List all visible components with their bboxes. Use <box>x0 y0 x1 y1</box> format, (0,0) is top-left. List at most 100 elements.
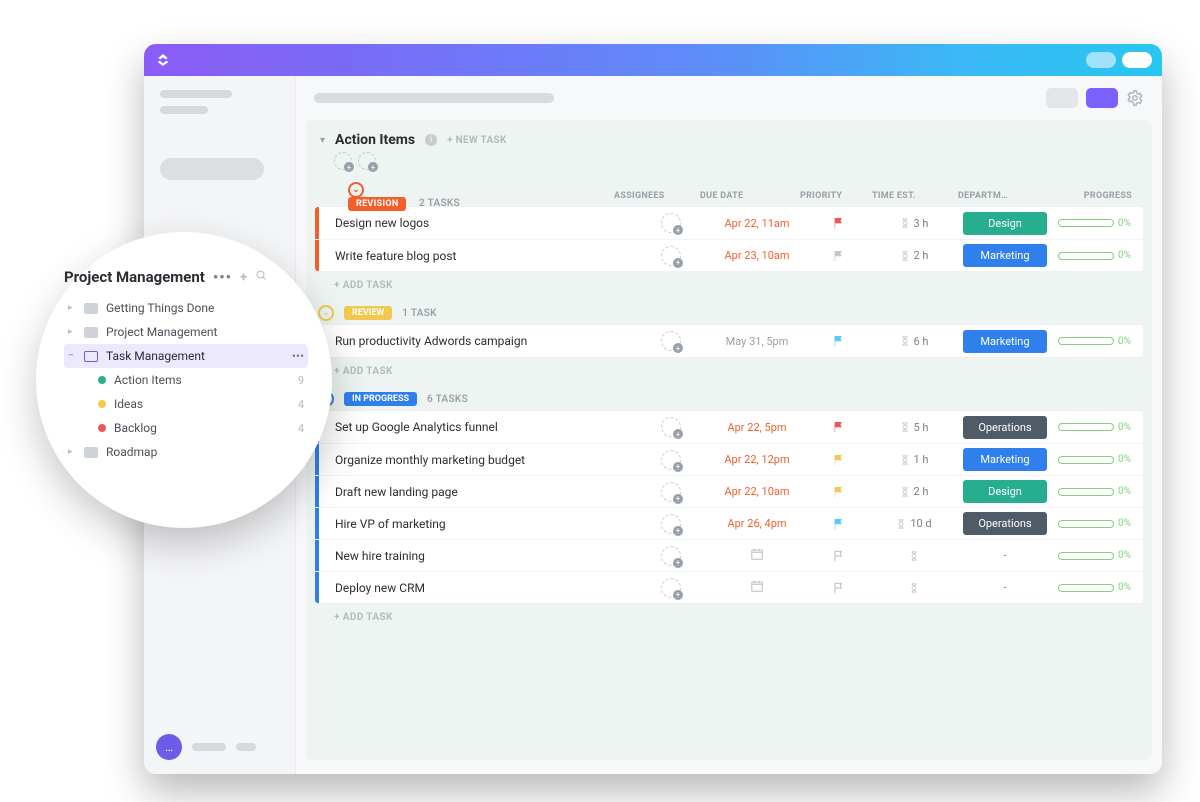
priority-flag-icon[interactable] <box>807 517 871 531</box>
sidebar-item-roadmap[interactable]: ▸Roadmap <box>64 440 308 464</box>
view-toggle-b[interactable] <box>1086 88 1118 108</box>
department-tag[interactable]: Design <box>957 480 1053 503</box>
time-estimate[interactable]: 3 h <box>871 217 957 230</box>
switch-b[interactable] <box>1122 52 1152 68</box>
section-status-pill[interactable]: REVISION <box>348 197 406 211</box>
section-status-pill[interactable]: REVIEW <box>344 306 392 320</box>
task-title: Set up Google Analytics funnel <box>325 420 635 434</box>
col-dept[interactable]: DEPARTM… <box>958 191 1054 201</box>
time-estimate[interactable]: 2 h <box>871 485 957 498</box>
rail-search-pill[interactable] <box>160 158 264 180</box>
sidebar-item-backlog[interactable]: Backlog4 <box>94 416 308 440</box>
time-estimate[interactable]: 5 h <box>871 421 957 434</box>
task-row[interactable]: Hire VP of marketing + Apr 26, 4pm 10 dOper… <box>315 507 1143 539</box>
department-tag[interactable]: - <box>957 544 1053 567</box>
time-estimate[interactable]: 2 h <box>871 249 957 262</box>
breadcrumb-placeholder <box>314 93 554 103</box>
task-row[interactable]: Organize monthly marketing budget+Apr 22… <box>315 443 1143 475</box>
priority-flag-icon[interactable] <box>807 420 871 434</box>
col-assignees[interactable]: ASSIGNEES <box>614 191 700 201</box>
titlebar-switches <box>1086 52 1152 68</box>
task-title: Hire VP of marketing <box>325 517 635 531</box>
add-task-button[interactable]: + ADD TASK <box>314 604 1144 630</box>
priority-flag-icon[interactable] <box>807 216 871 230</box>
section-collapse-icon[interactable]: ⌄ <box>318 305 334 321</box>
col-progress[interactable]: PROGRESS <box>1054 191 1144 201</box>
due-date[interactable]: Apr 22, 11am <box>707 217 807 230</box>
department-tag[interactable]: Operations <box>957 512 1053 535</box>
department-tag[interactable]: Operations <box>957 416 1053 439</box>
department-tag[interactable]: Marketing <box>957 330 1053 353</box>
more-icon[interactable]: ••• <box>292 349 304 363</box>
progress: 0% <box>1053 518 1143 529</box>
due-date[interactable] <box>707 547 807 564</box>
time-estimate[interactable]: 1 h <box>871 453 957 466</box>
assignee-add-icon[interactable]: + <box>661 482 681 502</box>
time-estimate[interactable]: 10 d <box>871 517 957 530</box>
view-toggle-a[interactable] <box>1046 88 1078 108</box>
status-stripe <box>315 540 319 571</box>
gear-icon[interactable] <box>1126 89 1144 107</box>
due-date[interactable] <box>707 579 807 596</box>
task-row[interactable]: Write feature blog post+Apr 23, 10am2 hM… <box>315 239 1143 271</box>
assignee-add-icon[interactable]: + <box>661 546 681 566</box>
plus-icon[interactable]: + <box>240 270 247 285</box>
priority-flag-icon[interactable] <box>807 549 871 563</box>
more-icon[interactable]: ••• <box>213 268 232 286</box>
task-row[interactable]: Design new logos+Apr 22, 11am3 hDesign0% <box>315 207 1143 239</box>
due-date[interactable]: Apr 22, 5pm <box>707 421 807 434</box>
assignee-add-icon[interactable]: + <box>661 246 681 266</box>
department-tag[interactable]: Marketing <box>957 244 1053 267</box>
task-row[interactable]: Set up Google Analytics funnel + Apr 22, 5… <box>315 411 1143 443</box>
priority-flag-icon[interactable] <box>807 249 871 263</box>
due-date[interactable]: Apr 22, 10am <box>707 485 807 498</box>
add-task-button[interactable]: + ADD TASK <box>314 358 1144 384</box>
sidebar-bubble: Project Management ••• + ▸Getting Things… <box>36 232 332 528</box>
time-estimate[interactable] <box>871 582 957 594</box>
sidebar-item-action-items[interactable]: Action Items9 <box>94 368 308 392</box>
assignee-add-icon[interactable]: + <box>661 213 681 233</box>
sidebar-item-project-management[interactable]: ▸Project Management <box>64 320 308 344</box>
priority-flag-icon[interactable] <box>807 581 871 595</box>
sidebar-item-label: Getting Things Done <box>106 301 214 315</box>
assignee-add-icon[interactable]: + <box>661 514 681 534</box>
sidebar-item-task-management[interactable]: –Task Management••• <box>64 344 308 368</box>
department-tag[interactable]: Design <box>957 212 1053 235</box>
task-row[interactable]: Deploy new CRM+-0% <box>315 571 1143 603</box>
priority-flag-icon[interactable] <box>807 453 871 467</box>
add-assignee-icon[interactable]: + <box>358 152 376 170</box>
chat-bubble-icon[interactable]: … <box>156 734 182 760</box>
collapse-caret-icon[interactable]: ▾ <box>320 135 325 146</box>
assignee-add-icon[interactable]: + <box>661 331 681 351</box>
section-collapse-icon[interactable]: ⌄ <box>348 182 364 198</box>
time-estimate[interactable]: 6 h <box>871 335 957 348</box>
department-tag[interactable]: - <box>957 576 1053 599</box>
sidebar-item-getting-things-done[interactable]: ▸Getting Things Done <box>64 296 308 320</box>
task-row[interactable]: Draft new landing page+Apr 22, 10am2 hDe… <box>315 475 1143 507</box>
col-due[interactable]: DUE DATE <box>700 191 800 201</box>
due-date[interactable]: Apr 26, 4pm <box>707 517 807 530</box>
priority-flag-icon[interactable] <box>807 334 871 348</box>
col-priority[interactable]: PRIORITY <box>800 191 872 201</box>
sidebar-item-ideas[interactable]: Ideas4 <box>94 392 308 416</box>
info-icon[interactable]: i <box>425 134 437 146</box>
time-estimate[interactable] <box>871 550 957 562</box>
add-task-button[interactable]: + ADD TASK <box>314 272 1144 298</box>
task-title: Run productivity Adwords campaign <box>325 334 635 348</box>
assignee-add-icon[interactable]: + <box>661 578 681 598</box>
new-task-button[interactable]: + NEW TASK <box>447 135 507 146</box>
col-est[interactable]: TIME EST. <box>872 191 958 201</box>
department-tag[interactable]: Marketing <box>957 448 1053 471</box>
search-icon[interactable] <box>255 269 267 285</box>
switch-a[interactable] <box>1086 52 1116 68</box>
assignee-add-icon[interactable]: + <box>661 417 681 437</box>
task-row[interactable]: New hire training+-0% <box>315 539 1143 571</box>
task-row[interactable]: Run productivity Adwords campaign + May 31… <box>315 325 1143 357</box>
due-date[interactable]: Apr 23, 10am <box>707 249 807 262</box>
due-date[interactable]: Apr 22, 12pm <box>707 453 807 466</box>
priority-flag-icon[interactable] <box>807 485 871 499</box>
add-assignee-icon[interactable]: + <box>334 152 352 170</box>
due-date[interactable]: May 31, 5pm <box>707 335 807 348</box>
section-status-pill[interactable]: IN PROGRESS <box>344 392 417 406</box>
assignee-add-icon[interactable]: + <box>661 450 681 470</box>
